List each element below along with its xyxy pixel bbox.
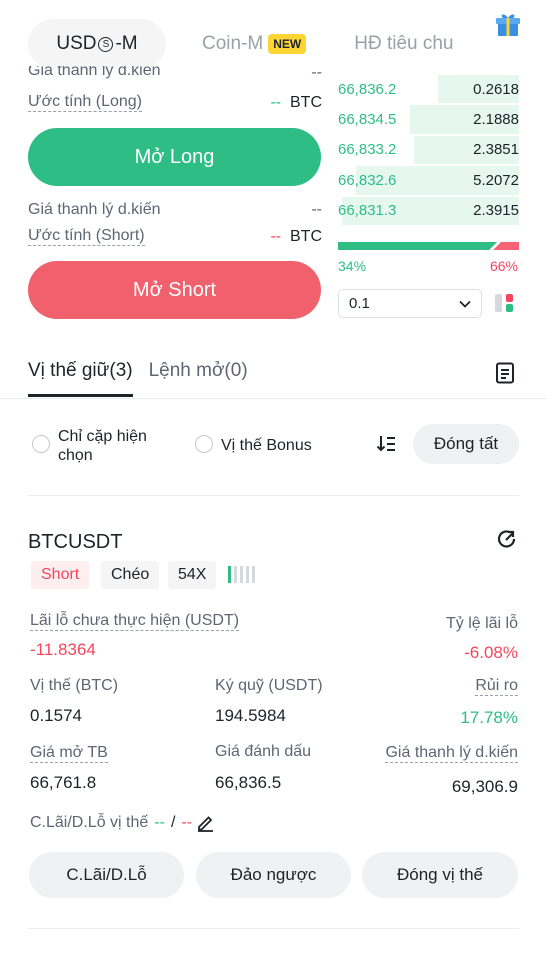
current-pair-label[interactable]: Chỉ cặp hiện chọn [58,427,168,465]
roe-label: Tỷ lệ lãi lỗ [445,615,518,632]
close-position-button[interactable]: Đóng vị thế [362,852,518,898]
document-icon[interactable] [495,362,515,384]
buy-sell-ratio-bar [338,242,519,250]
positions-tabs: Vị thế giữ(3) Lệnh mở(0) [28,360,248,397]
tab-positions[interactable]: Vị thế giữ(3) [28,360,133,397]
tab-open-orders[interactable]: Lệnh mở(0) [149,360,248,397]
tab-coin-m-label: Coin-M [202,33,264,54]
estimate-short-value: -- BTC [270,228,322,246]
tpsl-button[interactable]: C.Lãi/D.Lỗ [29,852,184,898]
order-book-quantity: 0.2618 [473,80,519,98]
close-all-button[interactable]: Đóng tất [413,424,519,464]
size-label: Vị thế (BTC) [30,677,119,694]
unrealized-pnl-label[interactable]: Lãi lỗ chưa thực hiện (USDT) [30,612,240,631]
leverage-tag[interactable]: 54X [168,561,217,589]
order-book-row[interactable]: 66,831.3 2.3915 [338,196,519,226]
risk-value: 17.78% [460,708,518,727]
estimate-long-value: -- BTC [270,94,322,112]
order-book-quantity: 5.2072 [473,171,519,189]
roe-value: -6.08% [464,643,518,662]
tab-usds-m[interactable]: USD S -M [28,19,166,69]
liq-price-row: Giá thanh lý d.kiến -- [28,201,322,219]
reverse-button[interactable]: Đảo ngược [196,852,351,898]
edit-icon[interactable] [196,813,215,832]
tpsl-label: C.Lãi/D.Lỗ vị thế [30,813,149,831]
mark-price-label: Giá đánh dấu [215,743,312,760]
order-book-price: 66,832.6 [338,171,397,189]
order-book-quantity: 2.3851 [473,141,519,159]
share-icon[interactable] [496,528,518,550]
side-tag: Short [31,561,90,589]
tab-usds-prefix: USD [56,33,97,54]
bonus-label[interactable]: Vị thế Bonus [221,436,312,455]
liq-price-label: Giá thanh lý d.kiến [28,201,161,218]
tpsl-tp-value: -- [154,813,165,831]
margin-value: 194.5984 [215,706,286,725]
card-divider [28,928,519,929]
order-book-row[interactable]: 66,834.5 2.1888 [338,104,519,134]
liq-price-value: -- [311,201,322,218]
estimate-short-unit: BTC [290,227,322,245]
tab-standard-contract[interactable]: HĐ tiêu chu [354,33,453,55]
liq-price-value-top: -- [311,66,322,81]
order-book-row[interactable]: 66,833.2 2.3851 [338,135,519,165]
tabs-divider [0,398,547,399]
estimate-long-dash: -- [270,93,282,111]
order-book-price: 66,836.2 [338,80,397,98]
sell-ratio-percent: 66% [489,258,518,274]
unrealized-pnl-value: -11.8364 [30,640,96,659]
order-book-price: 66,833.2 [338,141,397,159]
order-book-quantity: 2.1888 [473,111,519,129]
contract-type-tabs: USD S -M Coin-M NEW HĐ tiêu chu [28,18,547,70]
sell-ratio-segment [493,242,519,250]
bonus-radio[interactable] [195,435,213,453]
leverage-strength-bars [228,566,255,583]
size-value: 0.1574 [30,706,82,725]
tpsl-separator: / [170,813,176,831]
order-book-quantity: 2.3915 [473,202,519,220]
order-book-price: 66,834.5 [338,111,397,129]
liq-price-label-top: Giá thanh lý d.kiến [28,66,161,79]
order-book-row[interactable]: 66,836.2 0.2618 [338,74,519,104]
entry-price-value: 66,761.8 [30,773,97,792]
filter-divider [28,495,519,496]
estimate-short-dash: -- [270,227,282,245]
risk-label[interactable]: Rủi ro [475,677,518,696]
usds-symbol-icon: S [98,36,114,52]
new-badge: NEW [268,34,307,54]
liq-price-position-value: 69,306.9 [451,777,518,796]
precision-value: 0.1 [349,295,370,312]
tab-usds-suffix: -M [115,33,138,54]
entry-price-label[interactable]: Giá mở TB [30,744,108,763]
estimate-long-label[interactable]: Ước tính (Long) [28,93,142,112]
margin-label: Ký quỹ (USDT) [215,677,323,694]
estimate-long-unit: BTC [290,93,322,111]
tpsl-sl-value: -- [181,813,193,831]
precision-select[interactable]: 0.1 [338,289,482,318]
order-book-row[interactable]: 66,832.6 5.2072 [338,165,519,195]
buy-ratio-percent: 34% [338,258,367,274]
order-book-layout-icon[interactable] [493,292,515,314]
open-long-button[interactable]: Mở Long [28,128,321,186]
gift-icon[interactable] [495,12,521,38]
tpsl-row: C.Lãi/D.Lỗ vị thế -- / -- [30,813,215,832]
mark-price-value: 66,836.5 [215,773,282,792]
open-short-button[interactable]: Mở Short [28,261,321,319]
liq-price-row-top: Giá thanh lý d.kiến -- [28,66,322,84]
estimate-short-label[interactable]: Ước tính (Short) [28,227,145,246]
order-book-bids: 66,836.2 0.2618 66,834.5 2.1888 66,833.2 2.38… [338,74,519,226]
current-pair-radio[interactable] [32,435,50,453]
position-symbol[interactable]: BTCUSDT [28,531,122,554]
order-book-price: 66,831.3 [338,202,397,220]
estimate-short-row: Ước tính (Short) -- BTC [28,227,322,246]
liq-price-position-label[interactable]: Giá thanh lý d.kiến [385,744,518,763]
buy-ratio-segment [338,242,498,250]
margin-mode-tag: Chéo [101,561,160,589]
tab-coin-m[interactable]: Coin-M NEW [202,33,307,55]
sort-icon[interactable] [376,434,396,454]
estimate-long-row: Ước tính (Long) -- BTC [28,93,322,112]
chevron-down-icon [459,300,471,308]
